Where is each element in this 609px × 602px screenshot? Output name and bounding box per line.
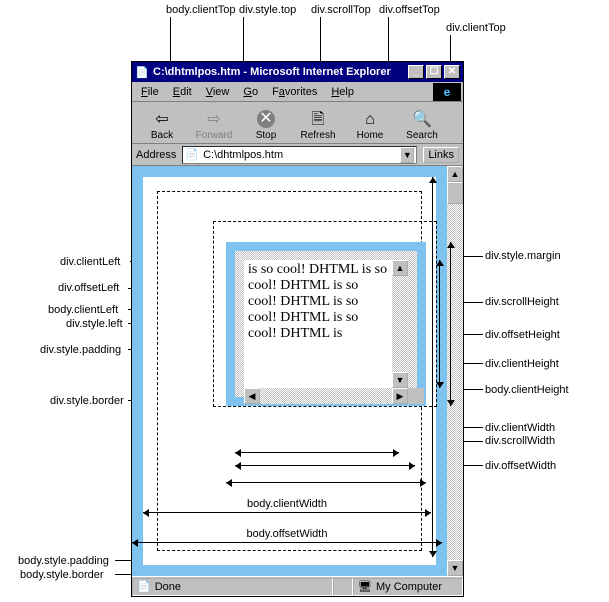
dim-div-offsetHeight bbox=[450, 242, 451, 406]
scroll-track-h[interactable] bbox=[260, 388, 392, 404]
dim-body-clientWidth: body.clientWidth bbox=[143, 512, 431, 513]
dim-div-clientHeight bbox=[439, 260, 440, 388]
computer-icon: 🖥 bbox=[358, 580, 372, 593]
page-icon: 📄 bbox=[185, 148, 199, 161]
search-icon: 🔍 bbox=[412, 112, 432, 128]
done-icon: 📄 bbox=[137, 580, 151, 593]
scroll-up-icon[interactable]: ▲ bbox=[447, 166, 463, 182]
forward-icon: ⇨ bbox=[207, 112, 220, 128]
dim-label: body.offsetWidth bbox=[245, 528, 330, 540]
address-input[interactable]: 📄 C:\dhtmlpos.htm ▼ bbox=[182, 146, 417, 164]
body-client: is so cool! DHTML is so cool! DHTML is s… bbox=[143, 177, 436, 565]
ie-window: 📄 C:\dhtmlpos.htm - Microsoft Internet E… bbox=[131, 61, 464, 597]
scroll-thumb[interactable] bbox=[447, 182, 463, 204]
menu-bar: FFileile Edit View Go Favorites Help e bbox=[132, 82, 463, 102]
scroll-right-icon[interactable]: ▶ bbox=[392, 388, 408, 404]
label-div-clientHeight: div.clientHeight bbox=[485, 358, 559, 370]
dim-body-offsetWidth: body.offsetWidth bbox=[132, 542, 442, 543]
label-div-offsetLeft: div.offsetLeft bbox=[58, 282, 119, 294]
div-scroll-area: is so cool! DHTML is so cool! DHTML is s… bbox=[244, 260, 408, 388]
status-zone: 🖥 My Computer bbox=[353, 578, 463, 596]
menu-edit[interactable]: Edit bbox=[166, 83, 199, 101]
label-body-style-border: body.style.border bbox=[20, 569, 104, 581]
toolbar: ⇦Back ⇨Forward ✕Stop 🗎Refresh ⌂Home 🔍Sea… bbox=[132, 102, 463, 144]
status-text: Done bbox=[155, 581, 181, 593]
body-border: is so cool! DHTML is so cool! DHTML is s… bbox=[132, 166, 447, 576]
menu-view[interactable]: View bbox=[199, 83, 237, 101]
scroll-down-icon[interactable]: ▼ bbox=[392, 372, 408, 388]
label-body-style-padding: body.style.padding bbox=[18, 555, 109, 567]
label-div-style-margin: div.style.margin bbox=[485, 250, 561, 262]
leader bbox=[450, 35, 451, 61]
scroll-up-icon[interactable]: ▲ bbox=[392, 260, 408, 276]
dim-div-clientWidth bbox=[235, 452, 399, 453]
maximize-button[interactable]: ☐ bbox=[426, 65, 442, 79]
status-main: 📄 Done bbox=[132, 578, 333, 596]
menu-favorites[interactable]: Favorites bbox=[265, 83, 324, 101]
ie-logo-icon: e bbox=[433, 83, 461, 101]
label-div-style-top: div.style.top bbox=[239, 4, 296, 16]
dim-div-offsetWidth bbox=[226, 482, 426, 483]
zone-text: My Computer bbox=[376, 581, 442, 593]
stop-icon: ✕ bbox=[257, 110, 275, 128]
label-div-scrollWidth: div.scrollWidth bbox=[485, 435, 555, 447]
div-vscrollbar[interactable]: ▲ ▼ bbox=[392, 260, 408, 388]
label-div-scrollTop: div.scrollTop bbox=[311, 4, 371, 16]
label-body-clientLeft: body.clientLeft bbox=[48, 304, 118, 316]
home-icon: ⌂ bbox=[365, 112, 375, 128]
label-div-clientTop: div.clientTop bbox=[446, 22, 506, 34]
status-sep bbox=[333, 578, 353, 596]
address-value: C:\dhtmlpos.htm bbox=[203, 149, 283, 161]
label-div-offsetHeight: div.offsetHeight bbox=[485, 329, 560, 341]
close-button[interactable]: ✕ bbox=[444, 65, 460, 79]
dim-body-clientHeight bbox=[432, 177, 433, 557]
minimize-button[interactable]: _ bbox=[408, 65, 424, 79]
label-div-clientLeft: div.clientLeft bbox=[60, 256, 120, 268]
ie-page-icon: 📄 bbox=[135, 65, 149, 79]
label-div-style-border: div.style.border bbox=[50, 395, 124, 407]
back-button[interactable]: ⇦Back bbox=[136, 112, 188, 141]
refresh-button[interactable]: 🗎Refresh bbox=[292, 112, 344, 141]
div-hscrollbar[interactable]: ◀ ▶ bbox=[244, 388, 408, 404]
address-label: Address bbox=[136, 149, 176, 161]
refresh-icon: 🗎 bbox=[312, 112, 325, 128]
scroll-corner bbox=[408, 388, 424, 404]
div-element: is so cool! DHTML is so cool! DHTML is s… bbox=[226, 242, 426, 406]
home-button[interactable]: ⌂Home bbox=[344, 112, 396, 141]
forward-button[interactable]: ⇨Forward bbox=[188, 112, 240, 141]
stop-button[interactable]: ✕Stop bbox=[240, 110, 292, 141]
div-content: is so cool! DHTML is so cool! DHTML is s… bbox=[244, 260, 392, 388]
address-dropdown[interactable]: ▼ bbox=[400, 147, 414, 163]
menu-go[interactable]: Go bbox=[236, 83, 265, 101]
window-title: C:\dhtmlpos.htm - Microsoft Internet Exp… bbox=[153, 66, 391, 78]
links-button[interactable]: Links bbox=[423, 147, 459, 163]
label-div-offsetTop: div.offsetTop bbox=[379, 4, 440, 16]
label-body-clientHeight: body.clientHeight bbox=[485, 384, 569, 396]
address-bar: Address 📄 C:\dhtmlpos.htm ▼ Links bbox=[132, 144, 463, 166]
diagram-stage: body.clientTop div.style.top div.scrollT… bbox=[0, 0, 609, 602]
label-div-style-padding: div.style.padding bbox=[40, 344, 121, 356]
scroll-left-icon[interactable]: ◀ bbox=[244, 388, 260, 404]
label-div-clientWidth: div.clientWidth bbox=[485, 422, 555, 434]
scroll-track[interactable] bbox=[392, 276, 408, 372]
dim-label: body.clientWidth bbox=[245, 498, 329, 510]
back-icon: ⇦ bbox=[155, 112, 168, 128]
label-div-offsetWidth: div.offsetWidth bbox=[485, 460, 556, 472]
label-div-style-left: div.style.left bbox=[66, 318, 123, 330]
menu-file[interactable]: FFileile bbox=[134, 83, 166, 101]
scroll-down-icon[interactable]: ▼ bbox=[447, 560, 463, 576]
label-div-scrollHeight: div.scrollHeight bbox=[485, 296, 559, 308]
status-bar: 📄 Done 🖥 My Computer bbox=[132, 576, 463, 596]
label-body-clientTop: body.clientTop bbox=[166, 4, 236, 16]
dim-div-scrollWidth bbox=[235, 465, 415, 466]
content-area: is so cool! DHTML is so cool! DHTML is s… bbox=[132, 166, 463, 576]
titlebar[interactable]: 📄 C:\dhtmlpos.htm - Microsoft Internet E… bbox=[132, 62, 463, 82]
search-button[interactable]: 🔍Search bbox=[396, 112, 448, 141]
menu-help[interactable]: Help bbox=[324, 83, 361, 101]
